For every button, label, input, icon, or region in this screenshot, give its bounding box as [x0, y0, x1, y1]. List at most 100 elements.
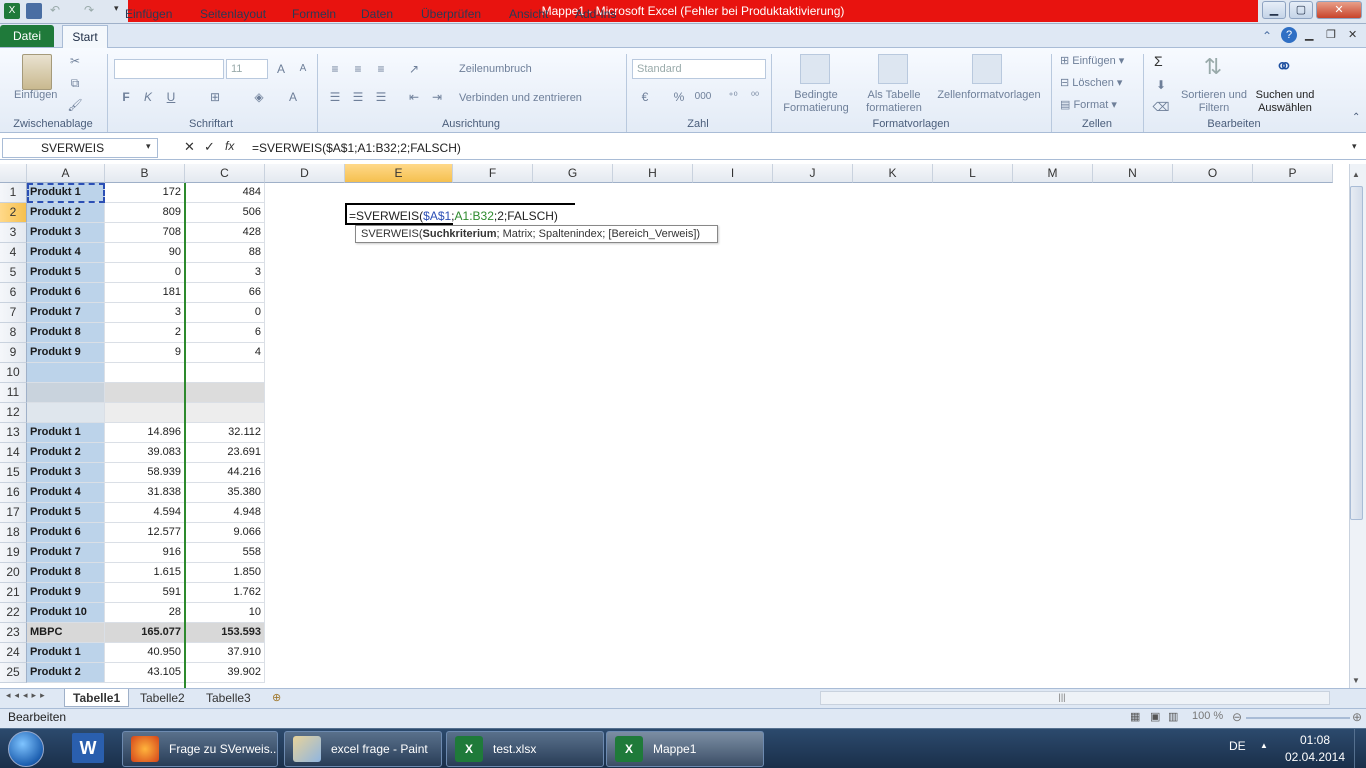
- format-painter-icon[interactable]: 🖌: [66, 96, 84, 114]
- tray-expand-icon[interactable]: ▲: [1260, 741, 1268, 750]
- clear-icon[interactable]: ⌫: [1152, 98, 1170, 116]
- delete-cells-button[interactable]: ⊟ Löschen ▾: [1060, 76, 1122, 89]
- borders-icon[interactable]: ⊞: [206, 88, 224, 106]
- column-header-p[interactable]: P: [1253, 164, 1333, 183]
- orientation-icon[interactable]: ↗: [405, 60, 423, 78]
- column-header-g[interactable]: G: [533, 164, 613, 183]
- help-icon[interactable]: ?: [1281, 27, 1297, 43]
- row-header[interactable]: 3: [0, 223, 27, 243]
- conditional-format-button[interactable]: Bedingte Formatierung: [778, 89, 854, 115]
- row-header[interactable]: 17: [0, 503, 27, 523]
- doc-close-icon[interactable]: ✕: [1348, 28, 1357, 41]
- sheet-tab-tabelle2[interactable]: Tabelle2: [132, 689, 193, 707]
- row-header[interactable]: 22: [0, 603, 27, 623]
- cell[interactable]: 1.615: [105, 563, 185, 583]
- align-bottom-icon[interactable]: ≡: [372, 60, 390, 78]
- thousands-button[interactable]: 000: [692, 88, 714, 106]
- cell[interactable]: 3: [185, 263, 265, 283]
- row-header[interactable]: 8: [0, 323, 27, 343]
- row-header[interactable]: 15: [0, 463, 27, 483]
- cell[interactable]: 916: [105, 543, 185, 563]
- row-header[interactable]: 20: [0, 563, 27, 583]
- row-header[interactable]: 14: [0, 443, 27, 463]
- tab-datei[interactable]: Datei: [0, 25, 54, 47]
- cell[interactable]: [105, 363, 185, 383]
- fill-icon[interactable]: ⬇: [1152, 76, 1170, 94]
- minimize-button[interactable]: ▁: [1262, 1, 1286, 19]
- cell[interactable]: Produkt 4: [27, 243, 105, 263]
- format-cells-button[interactable]: ▤ Format ▾: [1060, 98, 1117, 111]
- cancel-entry-icon[interactable]: ✕: [184, 139, 195, 155]
- autosum-button[interactable]: Σ: [1154, 53, 1163, 69]
- scroll-up-icon[interactable]: ▲: [1352, 170, 1360, 179]
- sheet-tab-tabelle3[interactable]: Tabelle3: [198, 689, 259, 707]
- number-format-combo[interactable]: Standard: [632, 59, 766, 79]
- row-header[interactable]: 13: [0, 423, 27, 443]
- cell[interactable]: 506: [185, 203, 265, 223]
- row-header[interactable]: 10: [0, 363, 27, 383]
- zoom-out-icon[interactable]: ⊖: [1232, 710, 1242, 724]
- new-sheet-icon[interactable]: ⊕: [272, 691, 281, 704]
- column-header-n[interactable]: N: [1093, 164, 1173, 183]
- insert-function-button[interactable]: fx: [225, 139, 234, 153]
- column-header-o[interactable]: O: [1173, 164, 1253, 183]
- taskbar-item-firefox[interactable]: Frage zu SVerweis...: [122, 731, 278, 767]
- row-header[interactable]: 24: [0, 643, 27, 663]
- cell[interactable]: 88: [185, 243, 265, 263]
- clock-time[interactable]: 01:08: [1286, 733, 1344, 747]
- decrease-decimal-icon[interactable]: ⁰⁰: [746, 88, 764, 106]
- column-header-i[interactable]: I: [693, 164, 773, 183]
- cell[interactable]: 37.910: [185, 643, 265, 663]
- shrink-font-icon[interactable]: A: [294, 60, 312, 78]
- word-taskbar-icon[interactable]: W: [72, 733, 104, 763]
- align-left-icon[interactable]: ☰: [326, 88, 344, 106]
- format-as-table-button[interactable]: Als Tabelle formatieren: [858, 89, 930, 115]
- cell[interactable]: 43.105: [105, 663, 185, 683]
- row-header[interactable]: 7: [0, 303, 27, 323]
- grow-font-icon[interactable]: A: [272, 60, 290, 78]
- tab-seitenlayout[interactable]: Seitenlayout: [192, 4, 274, 24]
- sort-filter-icon[interactable]: ⇅: [1198, 54, 1228, 84]
- taskbar-item-mappe1[interactable]: X Mappe1: [606, 731, 764, 767]
- cell[interactable]: Produkt 8: [27, 563, 105, 583]
- cell[interactable]: 558: [185, 543, 265, 563]
- column-header-h[interactable]: H: [613, 164, 693, 183]
- underline-button[interactable]: U: [162, 88, 180, 106]
- cell[interactable]: MBPC: [27, 623, 105, 643]
- cell[interactable]: Produkt 4: [27, 483, 105, 503]
- cell[interactable]: 44.216: [185, 463, 265, 483]
- excel-app-icon[interactable]: X: [4, 3, 20, 19]
- binoculars-icon[interactable]: ⚭: [1268, 54, 1300, 84]
- scroll-down-icon[interactable]: ▼: [1352, 676, 1360, 685]
- font-size-combo[interactable]: 11: [226, 59, 268, 79]
- column-header-j[interactable]: J: [773, 164, 853, 183]
- insert-cells-button[interactable]: ⊞ Einfügen ▾: [1060, 54, 1124, 67]
- row-header[interactable]: 21: [0, 583, 27, 603]
- cell[interactable]: 708: [105, 223, 185, 243]
- row-header[interactable]: 16: [0, 483, 27, 503]
- taskbar-item-test-xlsx[interactable]: Xtest.xlsx: [446, 731, 604, 767]
- cell[interactable]: 31.838: [105, 483, 185, 503]
- cell[interactable]: 1.850: [185, 563, 265, 583]
- tab-einfuegen[interactable]: Einfügen: [117, 4, 180, 24]
- view-page-layout-icon[interactable]: ▣: [1150, 710, 1160, 723]
- font-color-icon[interactable]: A: [284, 88, 302, 106]
- cell[interactable]: 90: [105, 243, 185, 263]
- column-header-b[interactable]: B: [105, 164, 185, 183]
- tab-ueberpruefen[interactable]: Überprüfen: [413, 4, 489, 24]
- cell[interactable]: Produkt 1: [27, 643, 105, 663]
- horizontal-scroll-grip-icon[interactable]: |||: [1054, 692, 1070, 704]
- show-desktop-button[interactable]: [1354, 729, 1366, 768]
- cell[interactable]: 32.112: [185, 423, 265, 443]
- sort-filter-button[interactable]: Sortieren und Filtern: [1178, 89, 1250, 115]
- align-top-icon[interactable]: ≡: [326, 60, 344, 78]
- tab-daten[interactable]: Daten: [353, 4, 401, 24]
- align-middle-icon[interactable]: ≡: [349, 60, 367, 78]
- taskbar-item-paint[interactable]: excel frage - Paint: [284, 731, 442, 767]
- sheet-tab-tabelle1[interactable]: Tabelle1: [64, 689, 130, 707]
- cell[interactable]: 35.380: [185, 483, 265, 503]
- row-header[interactable]: 9: [0, 343, 27, 363]
- cell[interactable]: 39.083: [105, 443, 185, 463]
- cell[interactable]: Produkt 8: [27, 323, 105, 343]
- cell[interactable]: 591: [105, 583, 185, 603]
